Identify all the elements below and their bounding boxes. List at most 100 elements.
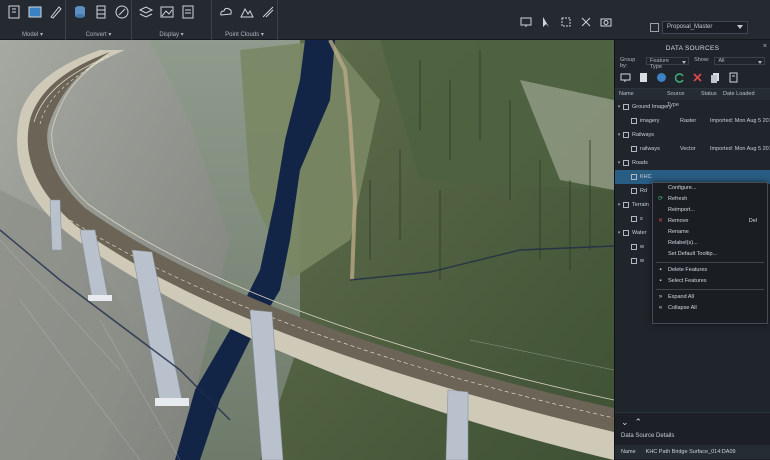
- menu-item-icon: [657, 229, 664, 236]
- ribbon-group-label[interactable]: Point Clouds ▾: [212, 31, 277, 38]
- menu-item-icon: [657, 185, 664, 192]
- context-menu-item[interactable]: ▪ Delete Features: [653, 265, 767, 276]
- details-name-value: KHC Path Bridge Surface_014:DA09: [645, 449, 736, 455]
- menu-item-label: Rename: [668, 229, 689, 235]
- context-menu-item[interactable]: Rename: [653, 227, 767, 238]
- show-select[interactable]: All: [714, 57, 765, 65]
- layer-icon: [631, 146, 637, 152]
- list-icon[interactable]: [180, 4, 196, 20]
- group-by-select[interactable]: Feature Type: [646, 57, 690, 70]
- ribbon-group-label[interactable]: Model ▾: [0, 31, 65, 38]
- bridge-scene: [0, 40, 614, 460]
- menu-item-icon: ✕: [657, 218, 664, 224]
- panel-toolbar: [615, 67, 770, 89]
- menu-item-label: Refresh: [668, 196, 688, 202]
- show-value: All: [718, 58, 725, 64]
- pages-icon[interactable]: [710, 72, 721, 83]
- tree-group-row[interactable]: ▾ Roads: [615, 156, 770, 170]
- layer-icon: [631, 258, 637, 264]
- select-icon[interactable]: [560, 15, 572, 27]
- globe-icon[interactable]: [656, 72, 667, 83]
- context-menu-item[interactable]: ⟳ Refresh: [653, 194, 767, 205]
- camera-icon[interactable]: [600, 15, 612, 27]
- tower-icon[interactable]: [93, 4, 109, 20]
- context-menu-item[interactable]: Reimport...: [653, 205, 767, 216]
- group-label: Terrain: [632, 202, 649, 208]
- ribbon-group-2: Display ▾: [132, 0, 212, 40]
- expand-collapse-icons[interactable]: ⌄⌃: [621, 417, 648, 428]
- compass-icon[interactable]: [114, 4, 130, 20]
- item-source-type: Raster: [680, 118, 697, 124]
- menu-item-label: Relabel(s)...: [668, 240, 698, 246]
- proposal-value: Proposal_Master: [667, 24, 713, 30]
- tree-item-row[interactable]: imagery Raster Imported: Mon Aug 5 2013: [615, 114, 770, 128]
- context-menu-item[interactable]: » Expand All: [653, 292, 767, 303]
- menu-item-label: Configure...: [668, 185, 697, 191]
- database-icon[interactable]: [72, 4, 88, 20]
- details-title: Data Source Details: [621, 433, 675, 439]
- refresh-icon[interactable]: [674, 72, 685, 83]
- context-menu-item[interactable]: Set Default Tooltip...: [653, 249, 767, 260]
- edit-icon[interactable]: [48, 4, 64, 20]
- mountain-icon[interactable]: [239, 4, 255, 20]
- delete-icon[interactable]: [692, 72, 703, 83]
- menu-item-icon: »: [658, 294, 663, 300]
- item-name: imagery: [640, 118, 660, 124]
- presentation-icon[interactable]: [520, 15, 532, 27]
- filter-bar: Group by: Feature Type Show: All: [615, 55, 770, 70]
- monitor-icon[interactable]: [620, 72, 631, 83]
- tree-group-row[interactable]: ▾ Ground Imagery: [615, 100, 770, 114]
- col-status[interactable]: Status: [697, 89, 719, 100]
- cursor-icon[interactable]: [540, 15, 552, 27]
- slash-icon[interactable]: [260, 4, 276, 20]
- tree-group-row[interactable]: ▾ Railways: [615, 128, 770, 142]
- tree-item-row[interactable]: railways Vector Imported: Mon Aug 5 2013: [615, 142, 770, 156]
- ribbon-group-label[interactable]: Convert ▾: [66, 31, 131, 38]
- item-status: Imported: Mon Aug 5 2013: [710, 118, 770, 124]
- building-icon[interactable]: [6, 4, 22, 20]
- collapse-toggle-icon[interactable]: ▾: [615, 202, 623, 208]
- close-icon[interactable]: ×: [763, 43, 767, 50]
- chevron-down-icon: [737, 25, 743, 29]
- details-name-label: Name: [621, 449, 636, 455]
- folder-icon: [623, 160, 629, 166]
- proposal-icon: [650, 23, 659, 32]
- photo-icon[interactable]: [27, 4, 43, 20]
- layer-icon: [631, 216, 637, 222]
- pages2-icon[interactable]: [728, 72, 739, 83]
- context-menu-item[interactable]: Relabel(s)...: [653, 238, 767, 249]
- item-status: Imported: Mon Aug 5 2013: [710, 146, 770, 152]
- collapse-toggle-icon[interactable]: ▾: [615, 160, 623, 166]
- ribbon-group-icons: [218, 4, 274, 20]
- ribbon-group-label[interactable]: Display ▾: [132, 31, 211, 38]
- group-label: Roads: [632, 160, 648, 166]
- menu-item-label: Reimport...: [668, 207, 695, 213]
- col-source-type[interactable]: Source Type: [663, 89, 697, 108]
- collapse-toggle-icon[interactable]: ▾: [615, 104, 623, 110]
- item-source-type: Vector: [680, 146, 696, 152]
- context-menu-item[interactable]: Configure...: [653, 183, 767, 194]
- document-icon[interactable]: [638, 72, 649, 83]
- ribbon-group-3: Point Clouds ▾: [212, 0, 278, 40]
- menu-item-icon: ▪: [659, 267, 662, 273]
- layers-icon[interactable]: [138, 4, 154, 20]
- proposal-dropdown[interactable]: Proposal_Master: [662, 21, 748, 34]
- ribbon-group-icons: [138, 4, 205, 20]
- col-name[interactable]: Name: [615, 89, 663, 100]
- ribbon-group-0: Model ▾: [0, 0, 66, 40]
- collapse-toggle-icon[interactable]: ▾: [615, 230, 623, 236]
- collapse-toggle-icon[interactable]: ▾: [615, 132, 623, 138]
- context-menu-item[interactable]: ▪ Select Features: [653, 276, 767, 287]
- tools-icon[interactable]: [580, 15, 592, 27]
- 3d-viewport[interactable]: [0, 40, 614, 460]
- col-date-loaded[interactable]: Date Loaded: [719, 89, 769, 100]
- group-label: Ground Imagery: [632, 104, 672, 110]
- menu-item-icon: «: [658, 305, 663, 311]
- context-menu-item[interactable]: « Collapse All: [653, 303, 767, 314]
- context-menu-item[interactable]: ✕ Remove Del: [653, 216, 767, 227]
- image-icon[interactable]: [159, 4, 175, 20]
- menu-item-label: Collapse All: [668, 305, 697, 311]
- group-by-label: Group by:: [620, 57, 636, 69]
- cloud-icon[interactable]: [218, 4, 234, 20]
- menu-separator: [656, 289, 764, 290]
